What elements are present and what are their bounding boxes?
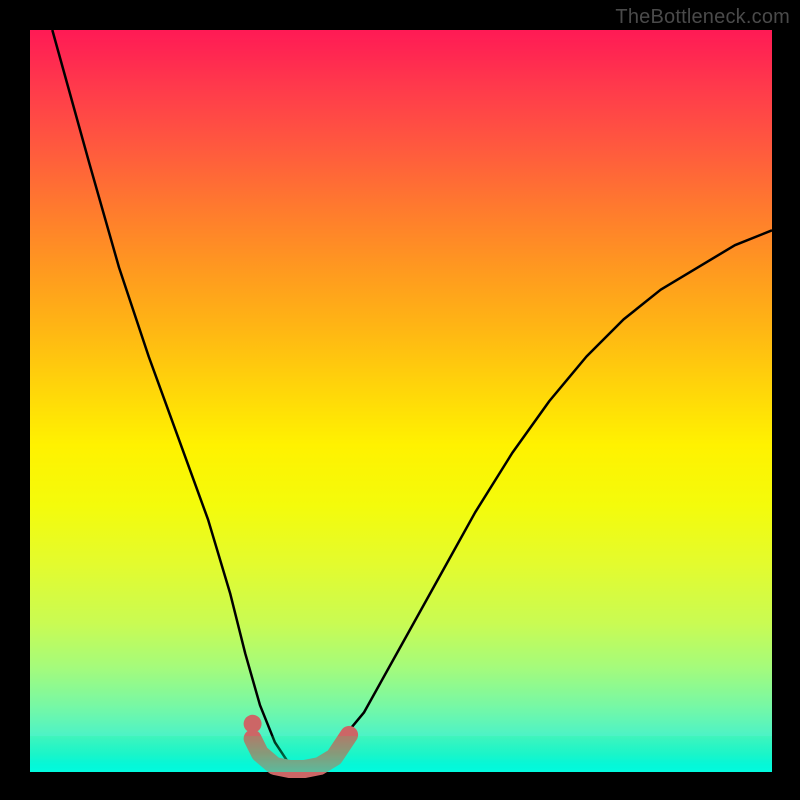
chart-svg [30, 30, 772, 772]
watermark-text: TheBottleneck.com [615, 6, 790, 29]
plot-area [30, 30, 772, 772]
chart-container: TheBottleneck.com [0, 0, 800, 800]
highlight-dot [244, 715, 262, 733]
bottleneck-curve [52, 30, 772, 765]
highlight-band [253, 735, 350, 769]
